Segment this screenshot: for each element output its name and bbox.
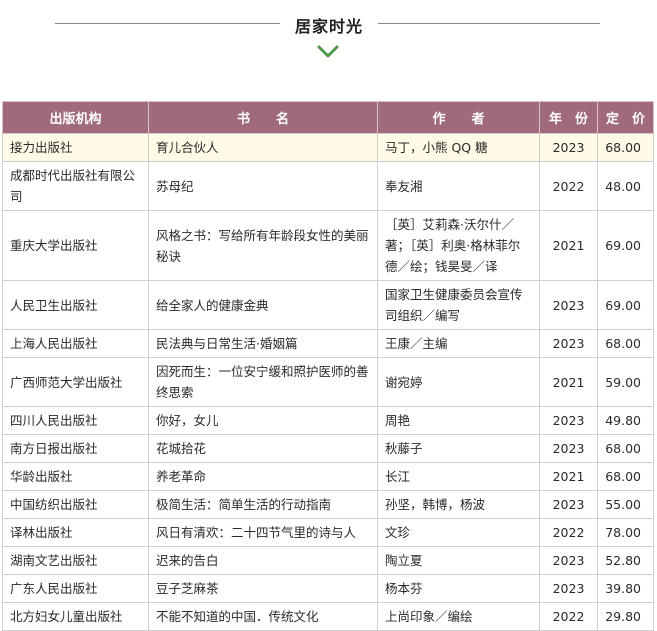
cell-publisher: 译林出版社 (2, 518, 149, 547)
cell-year: 2023 (539, 490, 598, 519)
cell-publisher: 广东人民出版社 (2, 574, 149, 603)
cell-year: 2023 (539, 434, 598, 463)
table-row: 接力出版社 育儿合伙人 马丁，小熊 QQ 糖 2023 68.00 (2, 133, 654, 162)
cell-price: 52.80 (597, 546, 654, 575)
cell-year: 2021 (539, 210, 598, 281)
cell-price: 55.00 (597, 490, 654, 519)
table-row: 广东人民出版社 豆子芝麻茶 杨本芬 2023 39.80 (2, 574, 654, 603)
cell-price: 49.80 (597, 406, 654, 435)
cell-price: 59.00 (597, 357, 654, 407)
table-row: 北方妇女儿童出版社 不能不知道的中国．传统文化 上尚印象／编绘 2022 29.80 (2, 602, 654, 631)
cell-author: 杨本芬 (377, 574, 540, 603)
cell-publisher: 南方日报出版社 (2, 434, 149, 463)
cell-author: 周艳 (377, 406, 540, 435)
cell-publisher: 华龄出版社 (2, 462, 149, 491)
cell-author: 上尚印象／编绘 (377, 602, 540, 631)
cell-title: 极简生活：简单生活的行动指南 (148, 490, 378, 519)
header-author: 作 者 (377, 101, 540, 134)
table-body: 接力出版社 育儿合伙人 马丁，小熊 QQ 糖 2023 68.00 成都时代出版社有限公司… (2, 133, 654, 631)
cell-year: 2023 (539, 574, 598, 603)
cell-year: 2022 (539, 602, 598, 631)
cell-publisher: 接力出版社 (2, 133, 149, 162)
cell-year: 2022 (539, 518, 598, 547)
cell-author: 谢宛婷 (377, 357, 540, 407)
header-publisher: 出版机构 (2, 101, 149, 134)
cell-year: 2022 (539, 161, 598, 211)
cell-price: 69.00 (597, 280, 654, 330)
table-header-row: 出版机构 书 名 作 者 年 份 定 价 (2, 101, 654, 134)
table-row: 人民卫生出版社 给全家人的健康金典 国家卫生健康委员会宣传司组织／编写 2023 69.… (2, 280, 654, 330)
cell-author: 国家卫生健康委员会宣传司组织／编写 (377, 280, 540, 330)
cell-publisher: 四川人民出版社 (2, 406, 149, 435)
table-row: 重庆大学出版社 风格之书：写给所有年龄段女性的美丽秘诀 ［英］艾莉森·沃尔什／著；［… (2, 210, 654, 281)
cell-title: 风格之书：写给所有年龄段女性的美丽秘诀 (148, 210, 378, 281)
table-row: 湖南文艺出版社 迟来的告白 陶立夏 2023 52.80 (2, 546, 654, 575)
table-row: 成都时代出版社有限公司 苏母纪 奉友湘 2022 48.00 (2, 161, 654, 211)
cell-author: 马丁，小熊 QQ 糖 (377, 133, 540, 162)
cell-publisher: 湖南文艺出版社 (2, 546, 149, 575)
table-row: 译林出版社 风日有清欢：二十四节气里的诗与人 文珍 2022 78.00 (2, 518, 654, 547)
cell-title: 花城拾花 (148, 434, 378, 463)
cell-author: ［英］艾莉森·沃尔什／著；［英］利奥·格林菲尔德／绘；钱昊旻／译 (377, 210, 540, 281)
cell-title: 因死而生：一位安宁缓和照护医师的善终思索 (148, 357, 378, 407)
cell-publisher: 成都时代出版社有限公司 (2, 161, 149, 211)
table-row: 广西师范大学出版社 因死而生：一位安宁缓和照护医师的善终思索 谢宛婷 2021 59.0… (2, 357, 654, 407)
cell-price: 68.00 (597, 329, 654, 358)
cell-publisher: 上海人民出版社 (2, 329, 149, 358)
cell-author: 王康／主编 (377, 329, 540, 358)
header-rule-left (55, 23, 280, 24)
cell-year: 2023 (539, 329, 598, 358)
cell-title: 你好，女儿 (148, 406, 378, 435)
cell-year: 2023 (539, 546, 598, 575)
cell-author: 秋藤子 (377, 434, 540, 463)
cell-author: 长江 (377, 462, 540, 491)
cell-author: 孙坚，韩博，杨波 (377, 490, 540, 519)
cell-publisher: 北方妇女儿童出版社 (2, 602, 149, 631)
cell-year: 2021 (539, 357, 598, 407)
cell-price: 69.00 (597, 210, 654, 281)
cell-publisher: 中国纺织出版社 (2, 490, 149, 519)
cell-price: 48.00 (597, 161, 654, 211)
cell-price: 39.80 (597, 574, 654, 603)
cell-title: 给全家人的健康金典 (148, 280, 378, 330)
cell-publisher: 人民卫生出版社 (2, 280, 149, 330)
table-row: 上海人民出版社 民法典与日常生活·婚姻篇 王康／主编 2023 68.00 (2, 329, 654, 358)
section-header: 居家时光 (0, 0, 657, 70)
cell-price: 68.00 (597, 434, 654, 463)
cell-title: 民法典与日常生活·婚姻篇 (148, 329, 378, 358)
cell-year: 2021 (539, 462, 598, 491)
cell-title: 养老革命 (148, 462, 378, 491)
cell-title: 育儿合伙人 (148, 133, 378, 162)
cell-title: 不能不知道的中国．传统文化 (148, 602, 378, 631)
cell-title: 迟来的告白 (148, 546, 378, 575)
cell-title: 豆子芝麻茶 (148, 574, 378, 603)
header-year: 年 份 (539, 101, 598, 134)
section-title: 居家时光 (294, 17, 363, 36)
cell-price: 78.00 (597, 518, 654, 547)
cell-title: 风日有清欢：二十四节气里的诗与人 (148, 518, 378, 547)
cell-year: 2023 (539, 406, 598, 435)
cell-year: 2023 (539, 133, 598, 162)
header-price: 定 价 (597, 101, 654, 134)
cell-price: 29.80 (597, 602, 654, 631)
cell-publisher: 广西师范大学出版社 (2, 357, 149, 407)
table-row: 南方日报出版社 花城拾花 秋藤子 2023 68.00 (2, 434, 654, 463)
cell-title: 苏母纪 (148, 161, 378, 211)
cell-author: 文珍 (377, 518, 540, 547)
chevron-down-icon (317, 45, 339, 58)
cell-author: 奉友湘 (377, 161, 540, 211)
table-row: 四川人民出版社 你好，女儿 周艳 2023 49.80 (2, 406, 654, 435)
table-row: 华龄出版社 养老革命 长江 2021 68.00 (2, 462, 654, 491)
book-table: 出版机构 书 名 作 者 年 份 定 价 接力出版社 育儿合伙人 马丁，小熊 QQ … (2, 101, 654, 631)
cell-publisher: 重庆大学出版社 (2, 210, 149, 281)
header-rule-right (378, 23, 600, 24)
cell-price: 68.00 (597, 462, 654, 491)
table-row: 中国纺织出版社 极简生活：简单生活的行动指南 孙坚，韩博，杨波 2023 55.00 (2, 490, 654, 519)
cell-author: 陶立夏 (377, 546, 540, 575)
header-title: 书 名 (148, 101, 378, 134)
cell-year: 2023 (539, 280, 598, 330)
cell-price: 68.00 (597, 133, 654, 162)
